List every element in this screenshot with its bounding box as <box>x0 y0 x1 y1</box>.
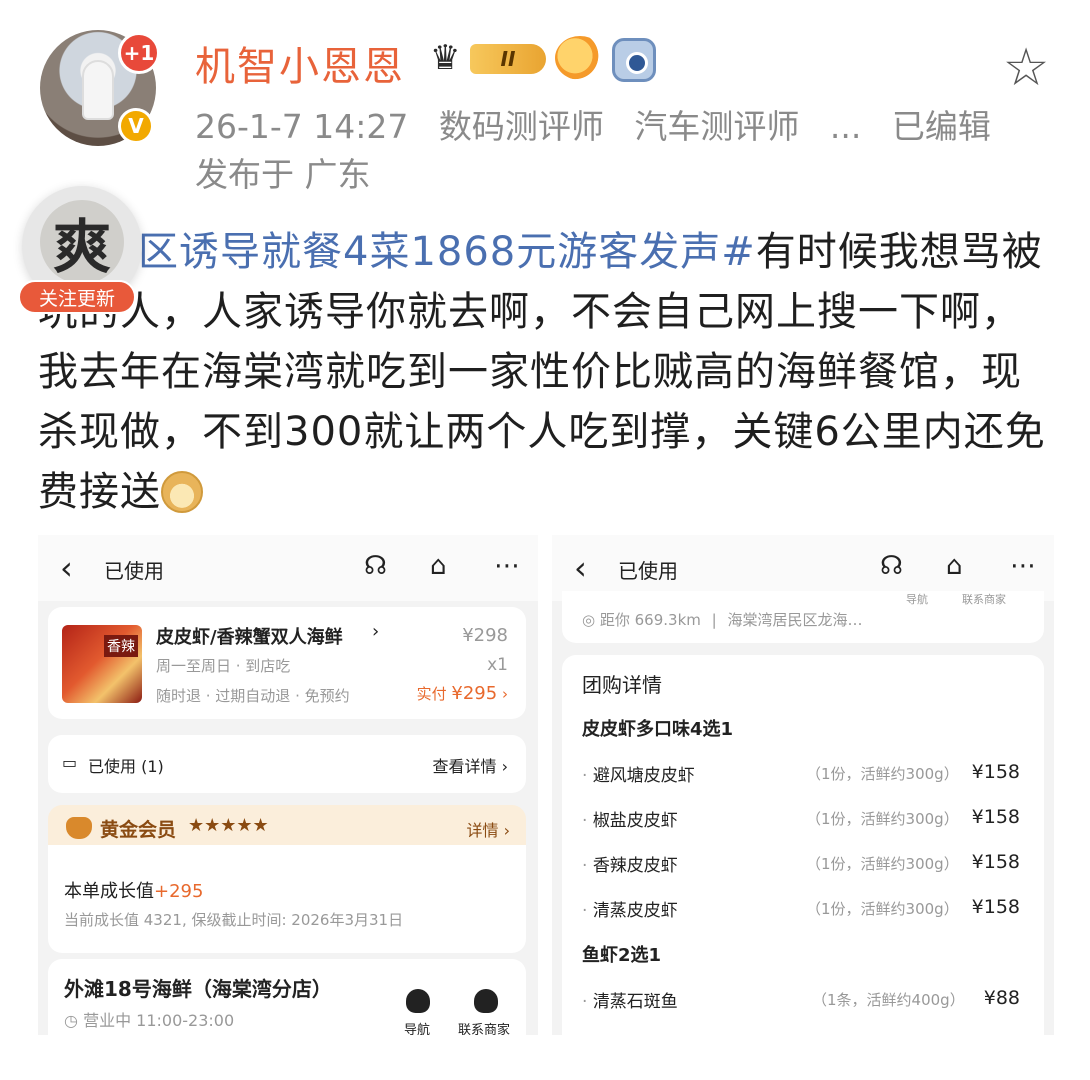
deal-item-price: ¥88 <box>983 987 1020 1009</box>
order-qty: x1 <box>487 655 508 675</box>
shop-hours-row: ◷ 营业中 11:00-23:00 <box>64 1007 234 1031</box>
contact-merchant-label[interactable]: 联系商家 <box>458 1019 510 1035</box>
order-days: 周一至周日 · 到店吃 <box>156 657 291 675</box>
deal-item-spec: （1条，活鲜约400g） <box>812 991 965 1009</box>
post-content: 区诱导就餐4菜1868元游客发声#有时候我想骂被坑的人，人家诱导你就去啊，不会自… <box>38 222 1058 522</box>
nav-hint: 导航 <box>906 593 928 606</box>
location-pin-icon: ◎ <box>582 611 596 629</box>
address-card: 导航 联系商家 ◎ 距你 669.3km | 海棠湾居民区龙海… <box>562 591 1044 643</box>
follow-avatar-char: 爽 <box>40 200 124 284</box>
coupon-used-row[interactable]: ▭ 已使用 (1) 查看详情 › <box>48 735 526 793</box>
member-card: 黄金会员 ★★★★★ 详情 › 本单成长值+295 当前成长值 4321, 保级… <box>48 805 526 953</box>
favorite-star-icon[interactable]: ☆ <box>998 40 1054 96</box>
member-level-badge[interactable]: ♛ II <box>430 38 548 78</box>
order-card: 香辣 皮皮虾/香辣蟹双人海鲜 › ¥298 周一至周日 · 到店吃 x1 随时退… <box>48 607 526 719</box>
growth-value: +295 <box>154 881 204 902</box>
contact-hint: 联系商家 <box>962 593 1006 606</box>
navigation-label[interactable]: 导航 <box>404 1019 430 1035</box>
camera-badge-icon[interactable] <box>612 38 656 82</box>
deal-item-name: 避风塘皮皮虾 <box>592 766 695 786</box>
post-timestamp: 26-1-7 14:27 <box>195 107 409 146</box>
dish-image-label: 香辣 <box>104 635 138 657</box>
view-detail-link[interactable]: 查看详情 › <box>433 753 509 777</box>
shop-address: 海棠湾居民区龙海… <box>727 611 863 629</box>
deal-item-spec: （1份，活鲜约300g） <box>806 765 959 783</box>
more-icon: ⋯ <box>1010 551 1036 581</box>
avatar-photo <box>82 60 114 120</box>
deal-item-spec: （1份，活鲜约300g） <box>806 855 959 873</box>
author-avatar[interactable]: +1 V <box>40 30 160 146</box>
view-detail-label: 查看详情 <box>432 757 497 776</box>
shop-name: 外滩18号海鲜（海棠湾分店） <box>64 977 332 1001</box>
deal-section-title: 团购详情 <box>582 673 662 697</box>
home-icon: ⌂ <box>946 551 963 581</box>
headset-icon: ☊ <box>880 551 904 581</box>
deal-item-name: 香辣皮皮虾 <box>592 856 678 876</box>
crown-icon: ♛ <box>430 38 461 78</box>
paid-amount: ¥295 <box>451 683 498 704</box>
member-title: 黄金会员 <box>100 819 177 841</box>
clock-icon: ◷ <box>64 1011 78 1030</box>
order-screenshot[interactable]: ‹ 已使用 ☊ ⌂ ⋯ 香辣 皮皮虾/香辣蟹双人海鲜 › ¥298 周一至周日 … <box>38 535 538 1035</box>
shop-card[interactable]: 外滩18号海鲜（海棠湾分店） ◷ 营业中 11:00-23:00 导航 联系商家 <box>48 959 526 1035</box>
post-meta: 26-1-7 14:27 数码测评师 汽车测评师 ... 已编辑 <box>195 100 1011 148</box>
deal-item-price: ¥158 <box>971 896 1020 918</box>
more-icon: ⋯ <box>494 551 520 581</box>
home-icon: ⌂ <box>430 551 447 581</box>
back-icon: ‹ <box>574 549 587 587</box>
back-icon: ‹ <box>60 549 73 587</box>
navigation-icon[interactable] <box>406 989 430 1013</box>
order-status-title: 已使用 <box>104 559 164 583</box>
more-tags[interactable]: ... <box>830 107 861 146</box>
avatar-plus-badge: +1 <box>118 32 160 74</box>
growth-label: 本单成长值 <box>64 881 154 902</box>
author-name[interactable]: 机智小恩恩 <box>195 34 405 92</box>
member-detail-link[interactable]: 详情 › <box>467 817 511 841</box>
verified-icon: V <box>118 108 154 144</box>
group-title: 皮皮虾多口味4选1 <box>582 719 734 740</box>
order-paid: 实付 ¥295 › <box>416 683 508 704</box>
member-detail-label: 详情 <box>466 821 499 840</box>
deal-item-price: ¥158 <box>971 851 1020 873</box>
paid-label: 实付 <box>416 685 447 703</box>
order-policy: 随时退 · 过期自动退 · 免预约 <box>156 687 350 705</box>
headset-icon: ☊ <box>364 551 388 581</box>
edited-label: 已编辑 <box>891 107 991 146</box>
used-count: 已使用 (1) <box>88 757 164 776</box>
deal-item-spec: （1份，活鲜约300g） <box>806 900 959 918</box>
deal-detail-card: 团购详情 皮皮虾多口味4选1 · 避风塘皮皮虾 （1份，活鲜约300g） ¥15… <box>562 655 1044 1035</box>
distance-value: 距你 669.3km <box>599 611 701 629</box>
doge-emoji-icon <box>161 471 203 513</box>
group-title: 鱼虾2选1 <box>582 945 662 966</box>
order-price: ¥298 <box>462 625 508 646</box>
order-name: 皮皮虾/香辣蟹双人海鲜 <box>156 627 343 648</box>
shop-hours: 营业中 11:00-23:00 <box>83 1011 235 1030</box>
coupon-icon: ▭ <box>62 753 78 772</box>
deal-detail-screenshot[interactable]: ‹ 已使用 ☊ ⌂ ⋯ 导航 联系商家 ◎ 距你 669.3km | 海棠湾居民… <box>552 535 1054 1035</box>
follow-update-label[interactable]: 关注更新 <box>18 280 136 314</box>
author-tag[interactable]: 汽车测评师 <box>634 107 799 146</box>
contact-merchant-icon[interactable] <box>474 989 498 1013</box>
deal-item-name: 清蒸石斑鱼 <box>592 992 678 1012</box>
level-label: II <box>470 44 546 74</box>
member-hand-icon <box>66 817 92 839</box>
fish-badge-icon[interactable] <box>555 36 605 80</box>
deal-status-title: 已使用 <box>618 559 678 583</box>
member-stars: ★★★★★ <box>188 815 269 836</box>
post-location: 发布于 广东 <box>195 155 371 194</box>
author-tag[interactable]: 数码测评师 <box>439 107 604 146</box>
deal-item-price: ¥158 <box>971 806 1020 828</box>
growth-row: 本单成长值+295 <box>64 877 203 903</box>
deal-item-name: 清蒸皮皮虾 <box>592 901 678 921</box>
distance-row: ◎ 距你 669.3km | 海棠湾居民区龙海… <box>582 611 863 629</box>
growth-note: 当前成长值 4321, 保级截止时间: 2026年3月31日 <box>64 911 404 929</box>
order-topbar: ‹ 已使用 ☊ ⌂ ⋯ <box>38 535 538 601</box>
deal-item-name: 椒盐皮皮虾 <box>592 811 678 831</box>
deal-item-spec: （1份，活鲜约300g） <box>806 810 959 828</box>
post-hashtag[interactable]: 区诱导就餐4菜1868元游客发声# <box>138 229 756 275</box>
dish-image: 香辣 <box>62 625 142 703</box>
deal-item-price: ¥158 <box>971 761 1020 783</box>
chevron-right-icon: › <box>372 621 380 642</box>
